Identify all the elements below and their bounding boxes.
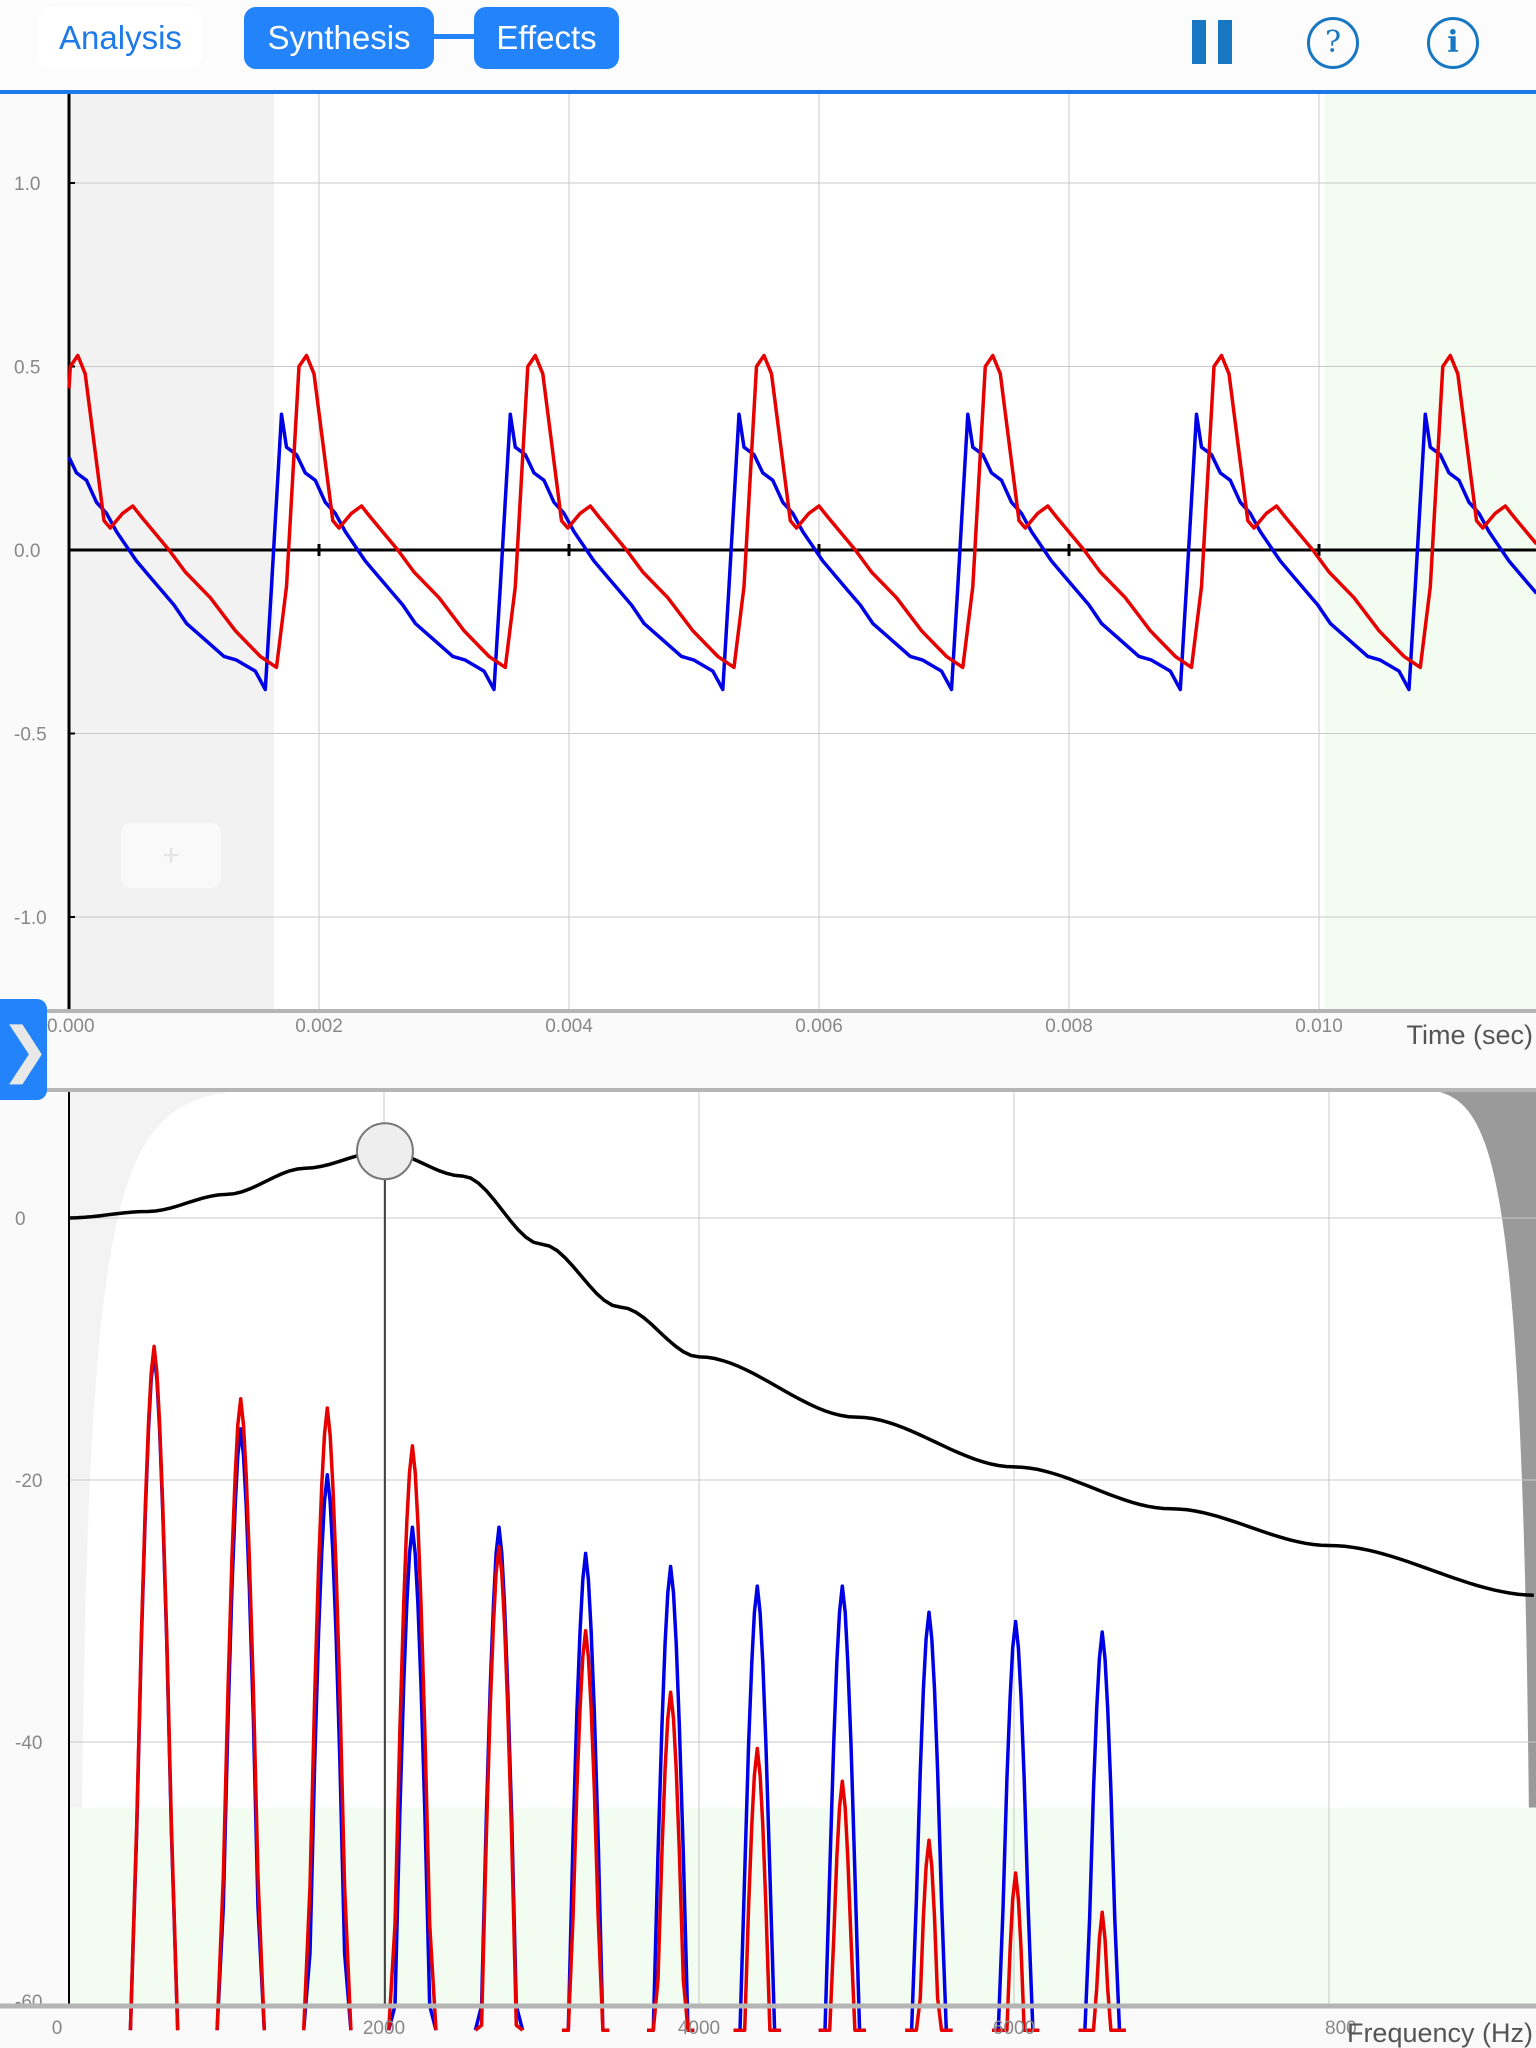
- time-ytick-label: 1.0: [14, 174, 40, 195]
- time-xtick-label: 0.000: [47, 1016, 95, 1037]
- time-xtick-label: 0.008: [1045, 1016, 1093, 1037]
- freq-ytick-label: -40: [15, 1733, 42, 1754]
- time-xtick-label: 0.006: [795, 1016, 843, 1037]
- freq-xtick-label: 2000: [363, 2018, 405, 2039]
- tab-effects[interactable]: Effects: [474, 7, 619, 69]
- filter-cutoff-knob[interactable]: [355, 1122, 414, 1181]
- tab-connector: [432, 34, 476, 39]
- expand-panel-button[interactable]: ❯: [0, 999, 50, 1100]
- freq-ytick-label: 0: [15, 1209, 26, 1230]
- freq-xtick-label: 0: [52, 2018, 63, 2039]
- freq-ytick-label: -60: [15, 1992, 42, 2013]
- time-xtick-label: 0.010: [1295, 1016, 1343, 1037]
- plots: 0.000 0.002 0.004 0.006 0.008 0.010 1.0 0.5 0.0 -…: [0, 94, 1536, 2048]
- tab-synthesis[interactable]: Synthesis: [244, 7, 434, 69]
- freq-xtick-label: 4000: [678, 2018, 720, 2039]
- time-ytick-label: 0.5: [14, 358, 40, 379]
- pause-icon: [1218, 20, 1232, 64]
- tab-analysis[interactable]: Analysis: [39, 7, 202, 69]
- noise-floor-region: [69, 1807, 1536, 2005]
- time-ytick-label: -0.5: [14, 725, 47, 746]
- time-ytick-label: 0.0: [14, 541, 40, 562]
- time-ytick-label: -1.0: [14, 908, 47, 929]
- freq-axis-label: Frequency (Hz): [1347, 2018, 1533, 2048]
- pause-icon: [1192, 20, 1206, 64]
- time-axis-label: Time (sec): [1407, 1020, 1534, 1050]
- time-xtick-label: 0.002: [295, 1016, 343, 1037]
- top-toolbar: Analysis Synthesis Effects ? i: [0, 0, 1536, 94]
- pause-button[interactable]: [1192, 20, 1232, 64]
- time-xtick-label: 0.004: [545, 1016, 593, 1037]
- freq-ytick-label: -20: [15, 1471, 42, 1492]
- info-button[interactable]: i: [1427, 17, 1479, 69]
- help-button[interactable]: ?: [1307, 17, 1359, 69]
- add-button[interactable]: +: [121, 823, 221, 888]
- freq-xtick-label: 6000: [993, 2018, 1035, 2039]
